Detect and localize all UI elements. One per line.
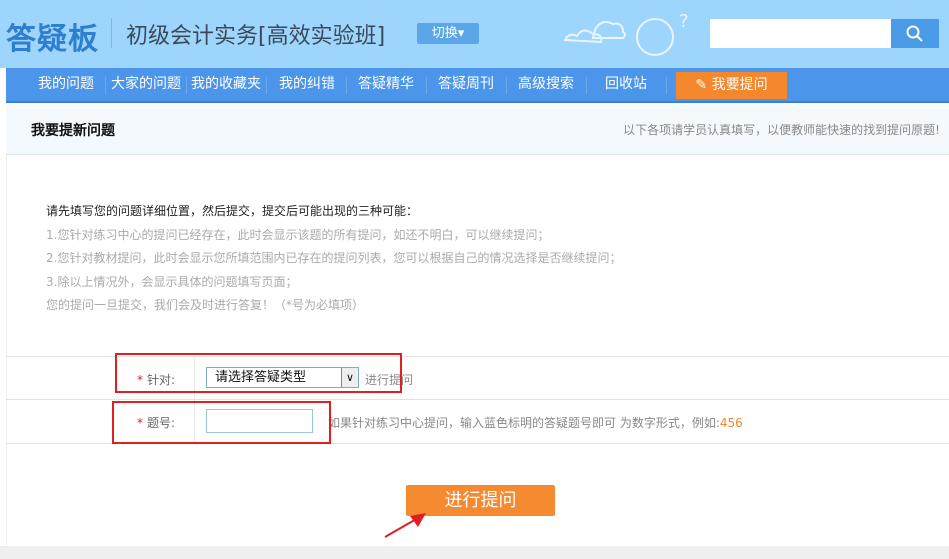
page-title: 我要提新问题 (31, 123, 115, 139)
nav-all-questions[interactable]: 大家的问题 (107, 68, 185, 101)
logo[interactable]: 答疑板 (6, 14, 99, 58)
search-input[interactable] (710, 19, 891, 48)
qno-hint: 如果针对练习中心提问，输入蓝色标明的答疑题号即可 为数字形式，例如:456 (328, 414, 743, 431)
nav-divider (266, 76, 267, 94)
instruction-line: 2.您针对教材提问，此时会显示您所填范围内已存在的提问列表，您可以根据自己的情况… (46, 251, 622, 265)
nav-recycle-bin[interactable]: 回收站 (587, 68, 665, 101)
nav-weekly[interactable]: 答疑周刊 (427, 68, 505, 101)
pencil-icon: ✎ (695, 77, 712, 93)
page-hint: 以下各项请学员认真填写，以便教师能快速的找到提问原题! (623, 123, 940, 137)
footer (0, 546, 949, 559)
nav-essence[interactable]: 答疑精华 (347, 68, 425, 101)
switch-course-button[interactable]: 切换▾ (417, 23, 479, 44)
qno-hint-text: 如果针对练习中心提问，输入蓝色标明的答疑题号即可 为数字形式，例如: (328, 416, 720, 430)
nav-corrections[interactable]: 我的纠错 (268, 68, 346, 101)
course-title: 初级会计实务[高效实验班] (126, 24, 386, 49)
nav-favorites[interactable]: 我的收藏夹 (187, 68, 265, 101)
page-subheader: 我要提新问题 以下各项请学员认真填写，以便教师能快速的找到提问原题! (6, 105, 949, 155)
qno-example: 456 (719, 416, 743, 430)
search-button[interactable] (891, 19, 939, 48)
main-nav: 我的问题 大家的问题 我的收藏夹 我的纠错 答疑精华 答疑周刊 高级搜索 回收站 (6, 68, 949, 103)
nav-divider (105, 76, 106, 94)
cloud-mascot-icon: ? (563, 11, 689, 56)
instruction-line: 1.您针对练习中心的提问已经存在，此时会显示该题的所有提问，如还不明白，可以继续… (46, 227, 550, 242)
ask-question-button[interactable]: ✎ 我要提问 (676, 72, 787, 99)
search-icon (906, 25, 923, 42)
annotation-box (115, 353, 402, 393)
content-border (6, 155, 7, 545)
instruction-line: 3.除以上情况外，会显示具体的问题填写页面； (46, 274, 298, 289)
instruction-line: 您的提问一旦提交，我们会及时进行答复！（*号为必填项） (46, 298, 365, 312)
svg-text:?: ? (679, 11, 689, 32)
annotation-box (112, 401, 331, 444)
header: 答疑板 初级会计实务[高效实验班] 切换▾ ? (0, 0, 949, 68)
nav-my-questions[interactable]: 我的问题 (28, 68, 104, 101)
nav-divider (666, 76, 667, 94)
arrow-annotation-icon (384, 513, 426, 538)
divider (111, 18, 112, 48)
instructions: 请先填写您的问题详细位置，然后提交，提交后可能出现的三种可能： 1.您针对练习中… (46, 200, 621, 318)
ask-label: 我要提问 (711, 77, 768, 93)
nav-advanced-search[interactable]: 高级搜索 (507, 68, 585, 101)
instruction-line: 请先填写您的问题详细位置，然后提交，提交后可能出现的三种可能： (46, 204, 419, 218)
